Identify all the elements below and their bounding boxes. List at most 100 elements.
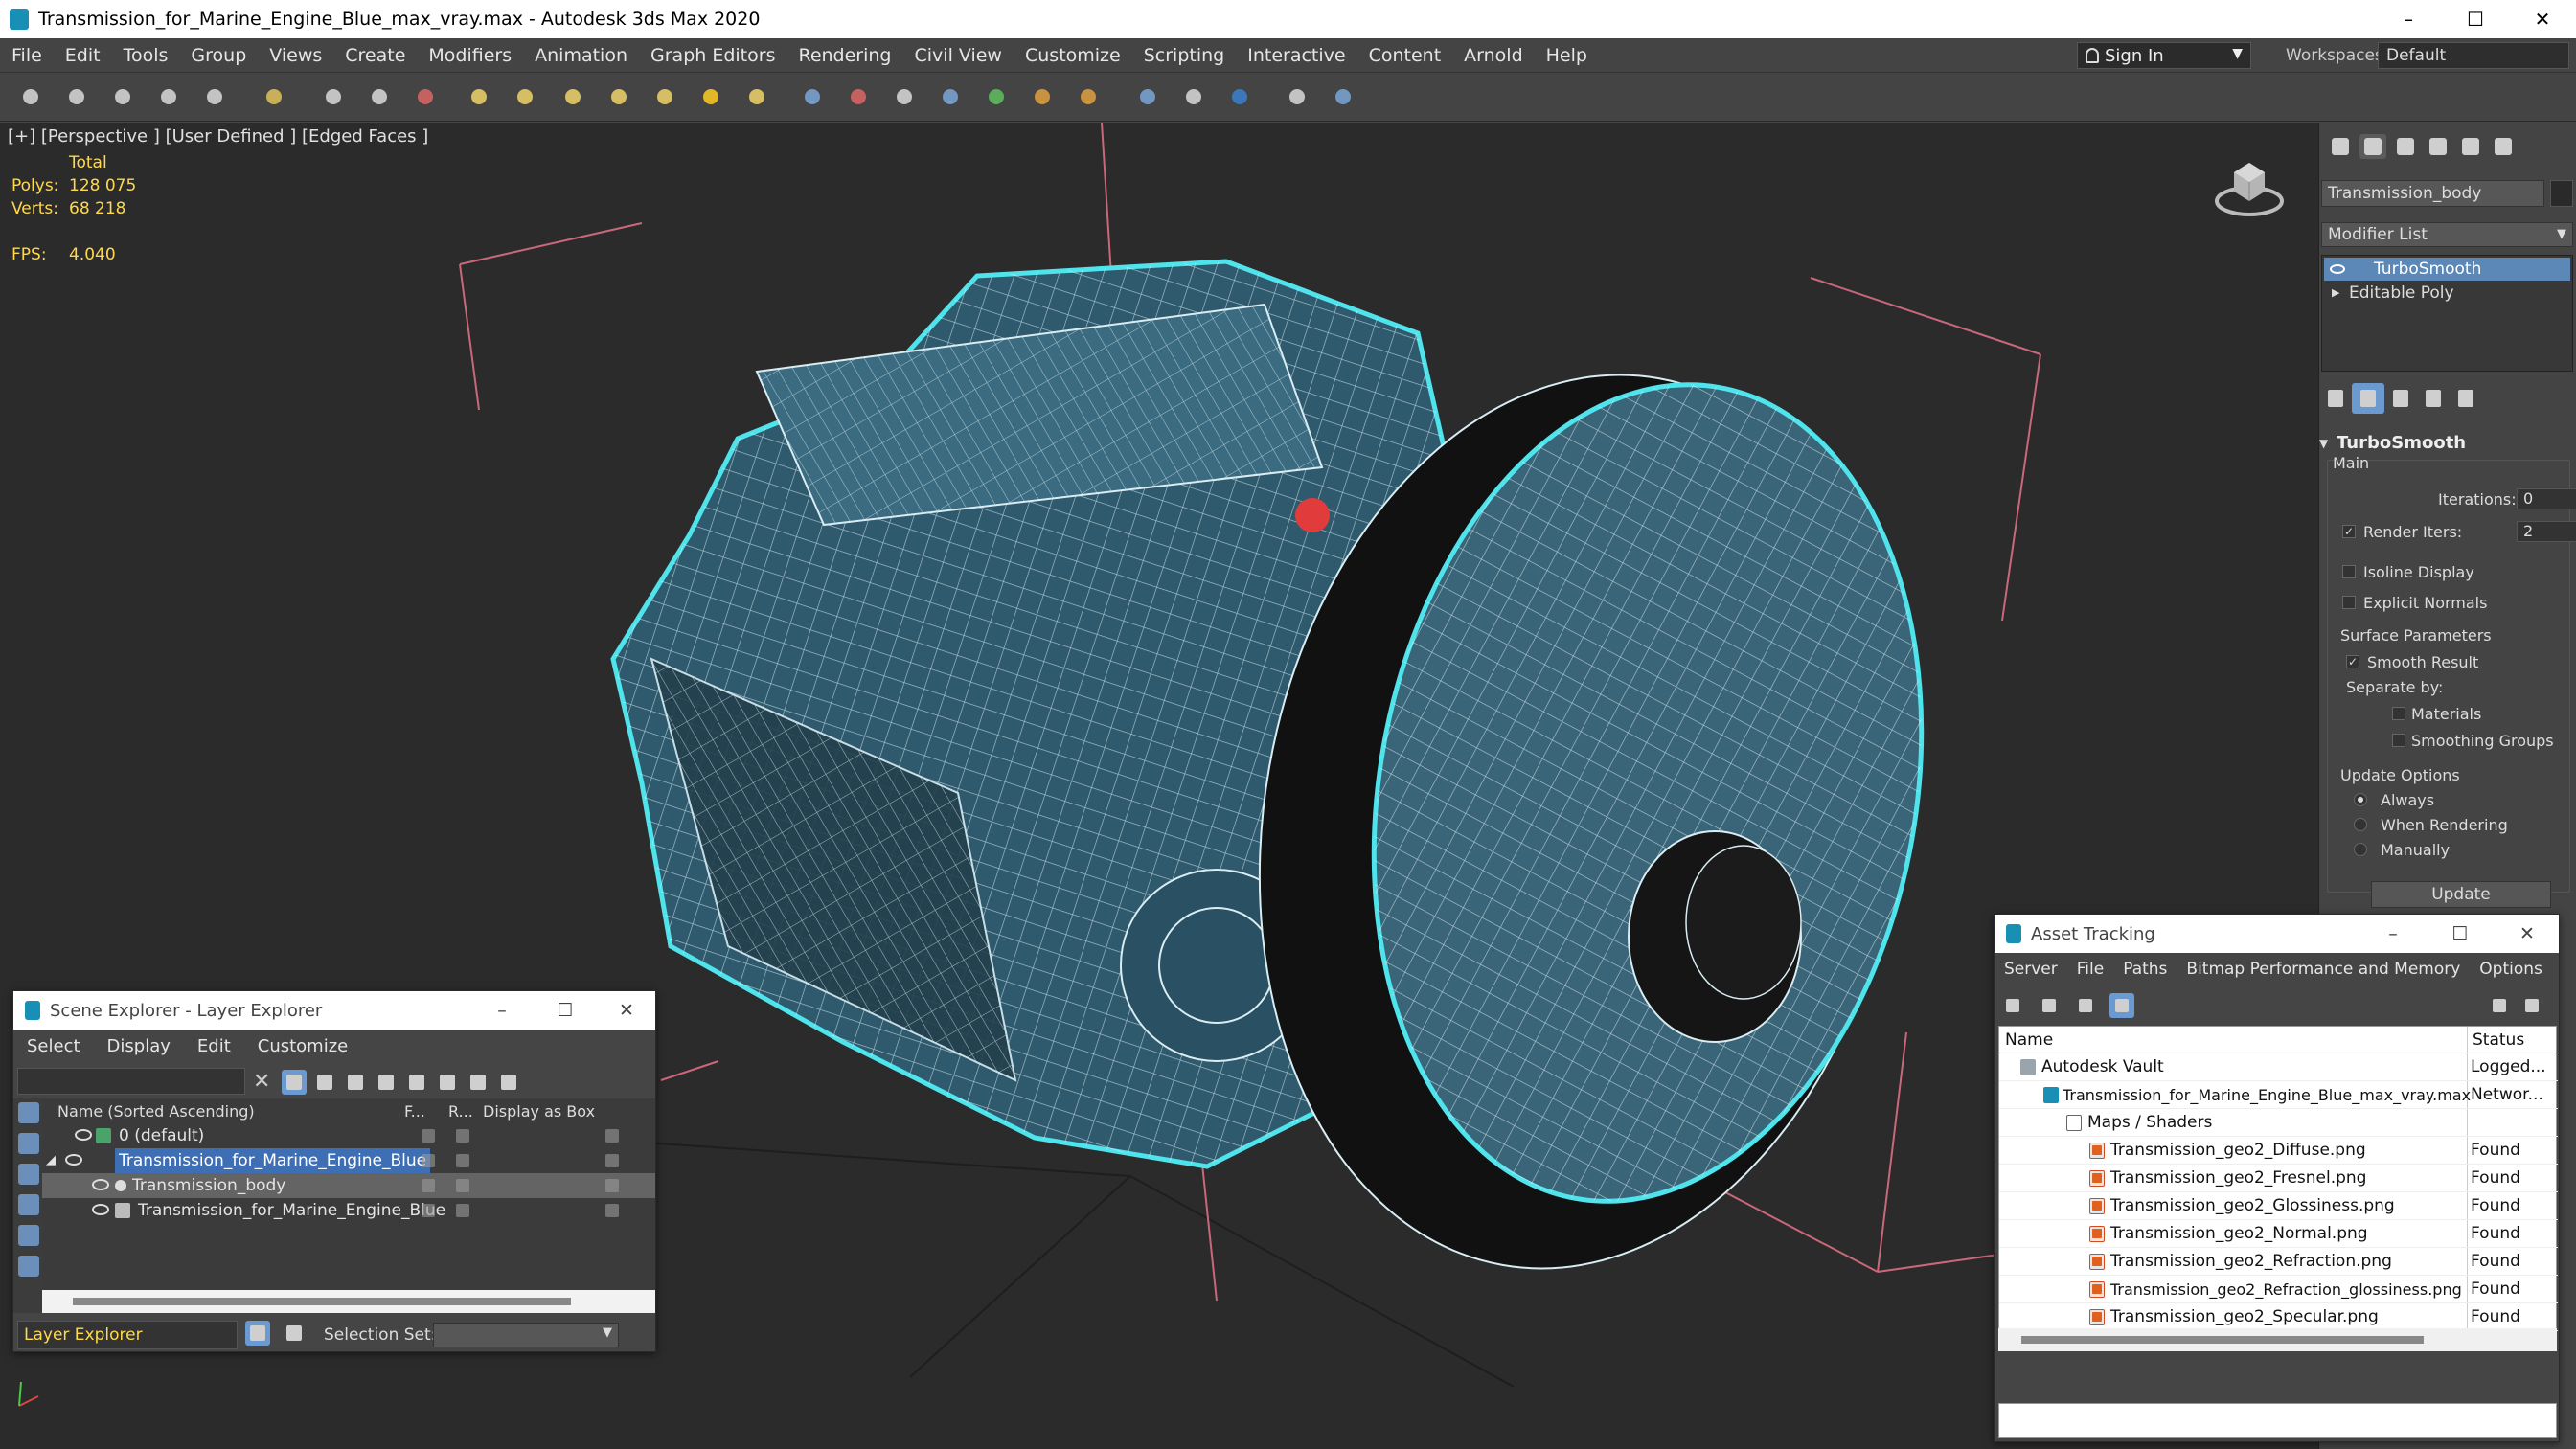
motion-tab-icon[interactable]	[2425, 134, 2451, 159]
mirror-icon[interactable]	[845, 83, 872, 110]
at-menu-file[interactable]: File	[2067, 960, 2113, 979]
box-icon[interactable]	[605, 1154, 619, 1167]
viewcube-icon[interactable]	[2213, 151, 2286, 218]
smooth-result-checkbox[interactable]: ✓	[2346, 655, 2359, 668]
scrollbar-thumb[interactable]	[73, 1298, 571, 1305]
remove-modifier-icon[interactable]	[2417, 383, 2450, 414]
list-item[interactable]: Transmission_geo2_Glossiness.png Found	[1999, 1192, 2558, 1220]
menu-help[interactable]: Help	[1535, 45, 1599, 66]
menu-tools[interactable]: Tools	[112, 45, 180, 66]
display-geometry-icon[interactable]	[18, 1133, 39, 1154]
menu-interactive[interactable]: Interactive	[1236, 45, 1356, 66]
maximize-button[interactable]: ☐	[536, 991, 594, 1030]
select-icon[interactable]	[261, 83, 287, 110]
smoothing-groups-checkbox[interactable]	[2392, 734, 2405, 747]
table-row[interactable]: Transmission_for_Marine_Engine_Blue	[42, 1198, 655, 1223]
layers-icon[interactable]	[1284, 83, 1311, 110]
array-icon[interactable]	[799, 83, 826, 110]
collapse-triangle-icon[interactable]: ▼	[2319, 437, 2328, 450]
box-icon[interactable]	[466, 83, 492, 110]
rotate-icon[interactable]	[366, 83, 393, 110]
table-row[interactable]: 0 (default)	[42, 1123, 655, 1148]
lock-icon[interactable]	[312, 1070, 337, 1095]
menu-civil-view[interactable]: Civil View	[903, 45, 1014, 66]
menu-file[interactable]: File	[0, 45, 54, 66]
always-radio[interactable]	[2354, 793, 2367, 806]
render-icon[interactable]	[1226, 83, 1253, 110]
pin-stack-icon[interactable]	[2319, 383, 2352, 414]
utilities-tab-icon[interactable]	[2490, 134, 2517, 159]
column-name[interactable]: Name (Sorted Ascending)	[57, 1102, 255, 1121]
list-item[interactable]: Maps / Shaders	[1999, 1109, 2558, 1137]
list-item[interactable]: Transmission_geo2_Diffuse.png Found	[1999, 1137, 2558, 1165]
menu-create[interactable]: Create	[333, 45, 417, 66]
viewport-label[interactable]: [+] [Perspective ] [User Defined ] [Edge…	[8, 126, 428, 147]
list-view-icon[interactable]	[2037, 993, 2062, 1018]
layers-icon[interactable]	[435, 1070, 460, 1095]
column-status[interactable]: Status	[2473, 1030, 2524, 1050]
clear-filter-icon[interactable]: ✕	[253, 1070, 270, 1094]
render-setup-icon[interactable]	[983, 83, 1010, 110]
menu-graph-editors[interactable]: Graph Editors	[639, 45, 786, 66]
sign-in-dropdown[interactable]: Sign In ▼	[2077, 42, 2251, 69]
list-item[interactable]: Transmission_geo2_Specular.png Found	[1999, 1303, 2558, 1331]
cylinder-icon[interactable]	[559, 83, 586, 110]
bind-space-warp-icon[interactable]	[201, 83, 228, 110]
cone-icon[interactable]	[651, 83, 678, 110]
light-bulb-icon[interactable]	[466, 1070, 490, 1095]
new-layer-icon[interactable]	[343, 1070, 368, 1095]
link-icon[interactable]	[109, 83, 136, 110]
settings-icon[interactable]	[2519, 993, 2544, 1018]
scale-icon[interactable]	[412, 83, 439, 110]
menu-modifiers[interactable]: Modifiers	[417, 45, 523, 66]
show-end-result-icon[interactable]	[2352, 383, 2384, 414]
freeze-icon[interactable]	[422, 1204, 435, 1217]
selection-set-dropdown[interactable]: ▼	[433, 1323, 619, 1347]
se-menu-display[interactable]: Display	[94, 1036, 184, 1056]
schematic-view-icon[interactable]	[1180, 83, 1207, 110]
configure-modifier-sets-icon[interactable]	[2450, 383, 2482, 414]
torus-icon[interactable]	[605, 83, 632, 110]
materials-checkbox[interactable]	[2392, 707, 2405, 720]
tree-view-icon[interactable]	[2073, 993, 2098, 1018]
menu-views[interactable]: Views	[258, 45, 333, 66]
column-renderable[interactable]: R...	[448, 1102, 473, 1121]
at-menu-server[interactable]: Server	[1995, 960, 2067, 979]
list-item[interactable]: Transmission_geo2_Fresnel.png Found	[1999, 1165, 2558, 1192]
at-menu-bitmap-performance[interactable]: Bitmap Performance and Memory	[2177, 960, 2470, 979]
teapot-icon[interactable]	[456, 1179, 469, 1192]
table-row[interactable]: ◢ Transmission_for_Marine_Engine_Blue	[42, 1148, 655, 1173]
object-color-swatch[interactable]	[2550, 180, 2573, 207]
asterisk-icon[interactable]	[496, 1070, 521, 1095]
box-icon[interactable]	[605, 1129, 619, 1143]
filter-icon[interactable]	[282, 1070, 307, 1095]
at-menu-options[interactable]: Options	[2470, 960, 2552, 979]
display-spacewarps-icon[interactable]	[18, 1256, 39, 1277]
render-iters-checkbox[interactable]: ✓	[2342, 525, 2356, 538]
menu-customize[interactable]: Customize	[1014, 45, 1132, 66]
at-menu-paths[interactable]: Paths	[2113, 960, 2177, 979]
freeze-icon[interactable]	[422, 1179, 435, 1192]
table-row[interactable]: Transmission_body	[42, 1173, 655, 1198]
box-icon[interactable]	[605, 1204, 619, 1217]
display-helpers-icon[interactable]	[18, 1225, 39, 1246]
menu-animation[interactable]: Animation	[523, 45, 639, 66]
freeze-icon[interactable]	[422, 1129, 435, 1143]
list-item[interactable]: Transmission_geo2_Normal.png Found	[1999, 1220, 2558, 1248]
column-frozen[interactable]: F...	[404, 1102, 425, 1121]
workspace-select[interactable]: Default	[2378, 42, 2569, 69]
teapot-icon[interactable]	[456, 1154, 469, 1167]
create-tab-icon[interactable]	[2327, 134, 2354, 159]
close-button[interactable]: ✕	[598, 991, 655, 1030]
horizontal-scrollbar[interactable]	[1998, 1328, 2557, 1351]
stack-item-editable-poly[interactable]: ▶ Editable Poly	[2324, 282, 2570, 305]
render-frame-icon[interactable]	[1029, 83, 1056, 110]
undo-icon[interactable]	[17, 83, 44, 110]
iterations-spinner[interactable]: 0	[2517, 488, 2576, 509]
se-menu-customize[interactable]: Customize	[244, 1036, 361, 1056]
eye-icon[interactable]	[65, 1154, 82, 1166]
redo-icon[interactable]	[63, 83, 90, 110]
explicit-normals-checkbox[interactable]	[2342, 596, 2356, 609]
when-rendering-radio[interactable]	[2354, 818, 2367, 831]
list-item[interactable]: Autodesk Vault Logged...	[1999, 1053, 2558, 1081]
